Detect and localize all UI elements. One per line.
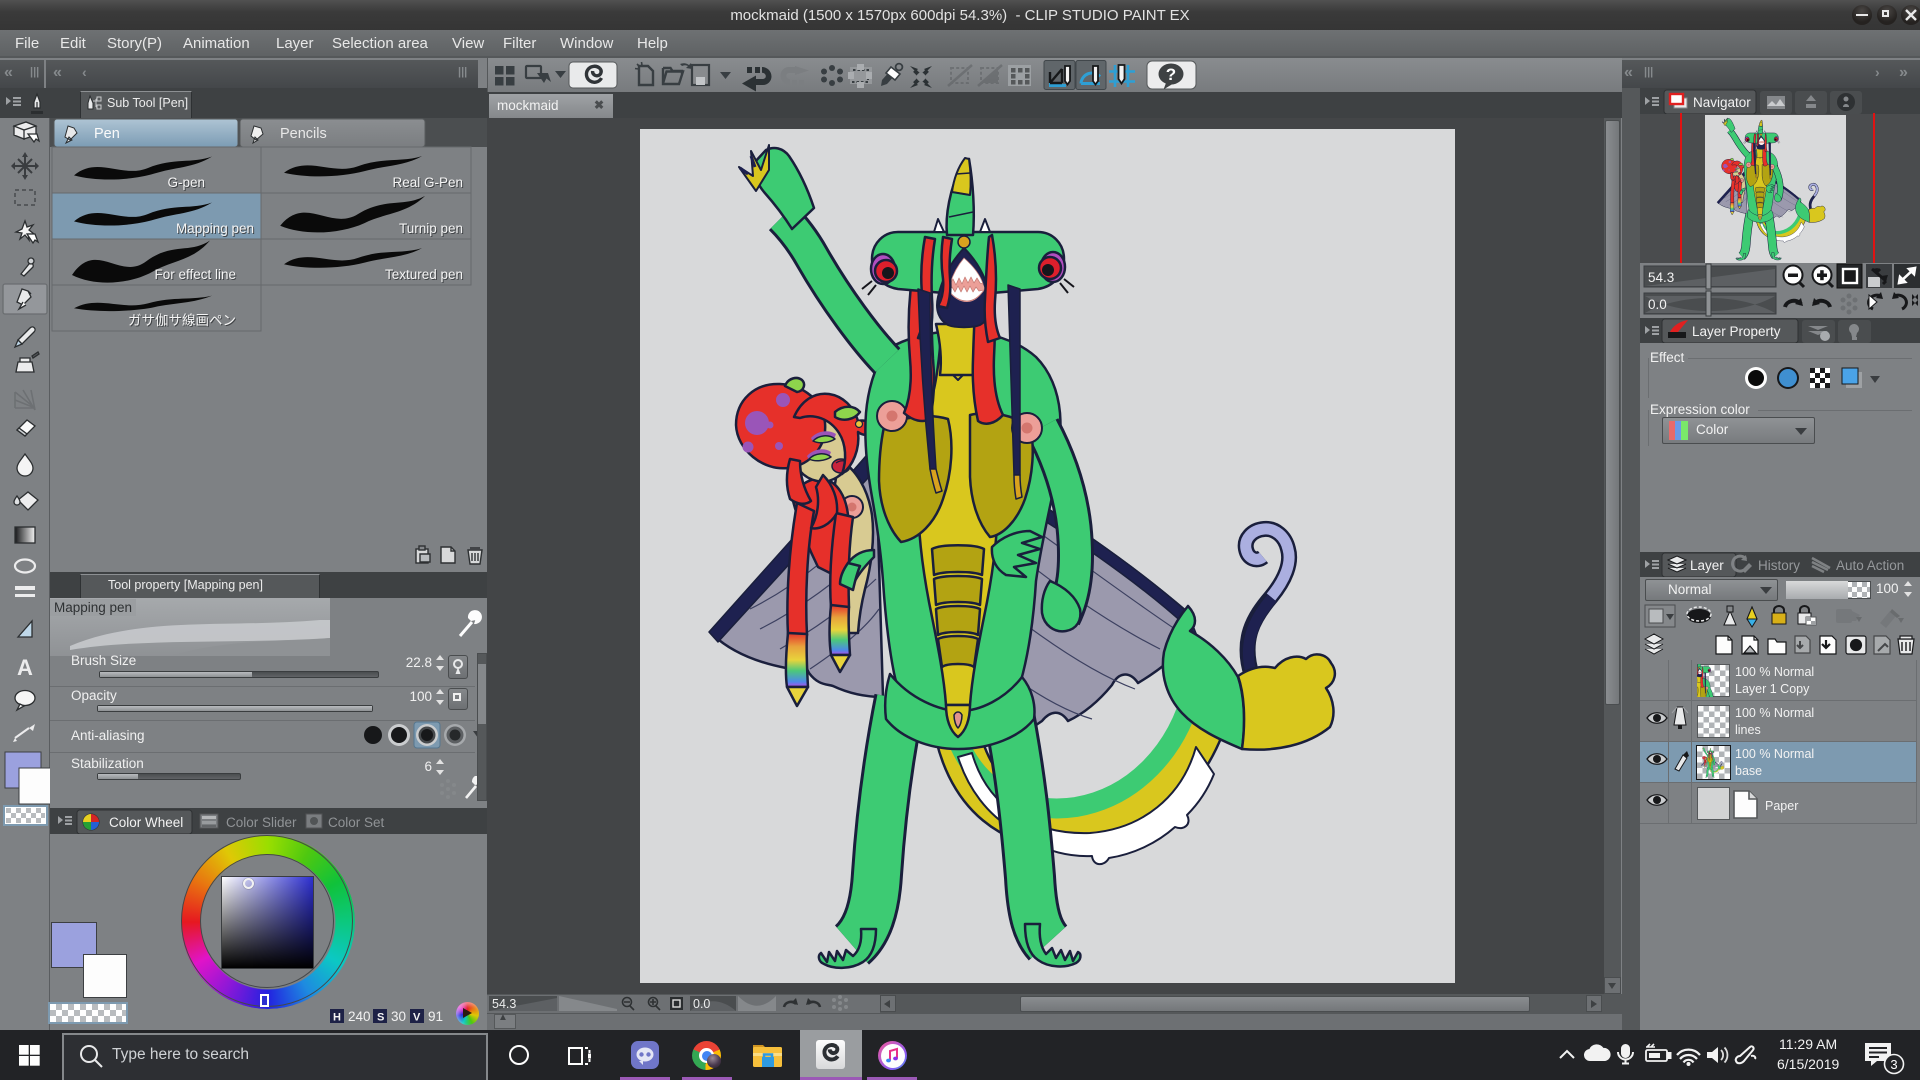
svg-text:?: ? — [1166, 65, 1176, 84]
svg-text:54.3: 54.3 — [492, 997, 516, 1011]
svg-text:Color Slider: Color Slider — [226, 815, 297, 830]
svg-text:A: A — [17, 655, 33, 680]
svg-text:S: S — [377, 1012, 384, 1024]
svg-text:54.3: 54.3 — [1648, 270, 1674, 285]
svg-text:V: V — [413, 1012, 421, 1024]
svg-text:240: 240 — [348, 1009, 371, 1024]
svg-text:30: 30 — [391, 1009, 406, 1024]
svg-text:0.0: 0.0 — [693, 997, 710, 1011]
svg-text:91: 91 — [428, 1009, 443, 1024]
svg-text:Pencils: Pencils — [280, 126, 327, 142]
svg-text:Layer Property: Layer Property — [1692, 324, 1781, 339]
svg-text:Real G-Pen: Real G-Pen — [392, 175, 463, 190]
svg-text:Turnip pen: Turnip pen — [399, 221, 463, 236]
svg-text:ガサ伽サ線画ペン: ガサ伽サ線画ペン — [128, 313, 236, 328]
svg-text:H: H — [333, 1012, 341, 1024]
svg-text:Auto Action: Auto Action — [1836, 558, 1904, 573]
svg-text:3: 3 — [1890, 1057, 1897, 1072]
svg-text:History: History — [1758, 558, 1800, 573]
svg-text:Navigator: Navigator — [1693, 95, 1751, 110]
svg-text:0.0: 0.0 — [1648, 297, 1667, 312]
svg-text:Color Wheel: Color Wheel — [109, 815, 183, 830]
svg-text:Layer: Layer — [1690, 558, 1724, 573]
svg-text:Pen: Pen — [94, 126, 120, 142]
svg-text:G-pen: G-pen — [167, 175, 205, 190]
svg-text:For effect line: For effect line — [154, 267, 236, 282]
svg-text:Mapping pen: Mapping pen — [176, 221, 254, 236]
svg-text:Textured pen: Textured pen — [385, 267, 463, 282]
svg-text:Color Set: Color Set — [328, 815, 385, 830]
